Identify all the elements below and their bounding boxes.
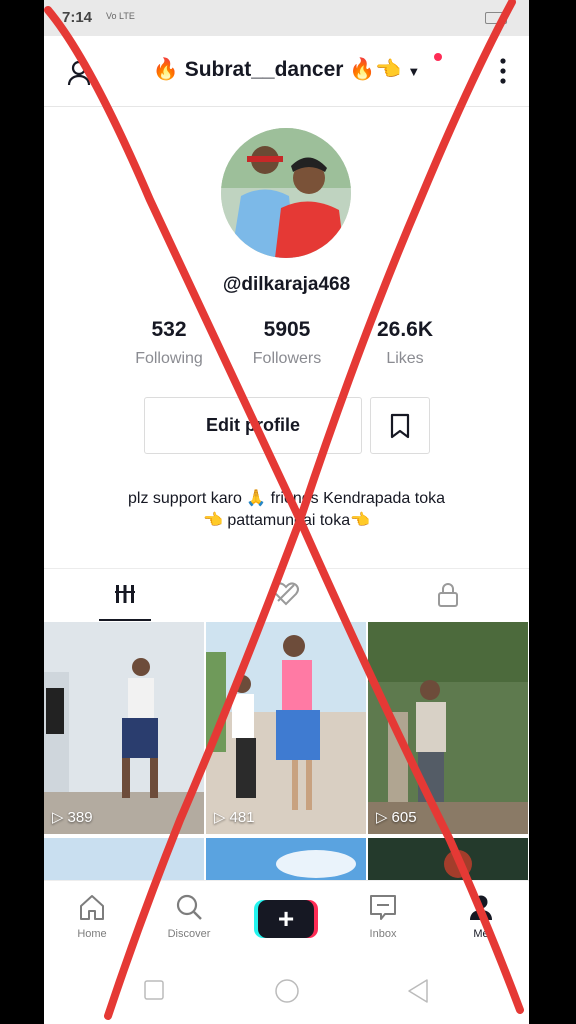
bio-line-1: plz support karo 🙏 friends Kendrapada to… — [128, 490, 445, 507]
likes-count: 26.6K — [376, 318, 434, 341]
home-circle-icon[interactable] — [274, 978, 300, 1004]
back-triangle-icon[interactable] — [406, 978, 430, 1004]
nav-me-label: Me — [473, 928, 489, 940]
status-time: 7:14 — [62, 9, 93, 26]
stat-followers[interactable]: 5905 Followers — [232, 318, 342, 368]
more-options-icon[interactable] — [499, 56, 507, 91]
profile-icon — [470, 895, 492, 920]
grid-icon — [115, 585, 135, 603]
create-button[interactable]: + — [258, 900, 314, 938]
hidden-heart-icon — [273, 582, 299, 606]
inbox-icon — [370, 895, 396, 920]
nav-discover-label: Discover — [167, 928, 211, 940]
followers-count: 5905 — [263, 318, 311, 341]
video-thumbnail[interactable] — [368, 838, 528, 880]
video-thumbnail[interactable]: ▷ 389 — [44, 622, 204, 834]
bookmark-icon — [390, 413, 410, 438]
nav-inbox[interactable]: Inbox — [348, 893, 418, 940]
chevron-down-icon: ▼ — [407, 64, 421, 79]
home-icon — [80, 895, 104, 920]
system-navigation-bar — [44, 950, 529, 1024]
profile-tabs — [44, 568, 529, 621]
video-thumbnail[interactable]: ▷ 481 — [206, 622, 366, 834]
tab-videos[interactable] — [112, 581, 138, 612]
view-count: ▷ 481 — [214, 808, 255, 827]
stat-following[interactable]: 532 Following — [114, 318, 224, 368]
video-thumbnail[interactable] — [206, 838, 366, 880]
play-icon: ▷ — [214, 809, 226, 826]
username-text: 🔥 Subrat__dancer 🔥👈 — [152, 58, 402, 81]
active-tab-indicator — [99, 619, 151, 621]
edit-profile-button[interactable]: Edit profile — [144, 397, 362, 454]
play-icon: ▷ — [52, 809, 64, 826]
search-icon — [176, 894, 202, 920]
stat-likes[interactable]: 26.6K Likes — [350, 318, 460, 368]
video-thumbnail[interactable]: ▷ 605 — [368, 622, 528, 834]
nav-me[interactable]: Me — [446, 893, 516, 940]
avatar[interactable] — [221, 128, 351, 258]
favorites-button[interactable] — [370, 397, 430, 454]
followers-label: Followers — [252, 350, 322, 367]
phone-screen: 7:14 Vo LTE 🔥 Subrat__dancer 🔥👈 ▼ @dilka… — [44, 0, 529, 1024]
profile-header: 🔥 Subrat__dancer 🔥👈 ▼ — [44, 36, 529, 107]
bio-line-2: 👈 pattamundai toka👈 — [202, 512, 371, 529]
following-count: 532 — [151, 318, 187, 341]
nav-discover[interactable]: Discover — [154, 893, 224, 940]
signal-indicator: Vo LTE — [106, 11, 135, 21]
profile-handle: @dilkaraja468 — [222, 274, 351, 295]
following-label: Following — [135, 350, 203, 367]
status-bar: 7:14 Vo LTE — [44, 0, 529, 36]
likes-label: Likes — [386, 350, 424, 367]
battery-icon — [485, 12, 507, 24]
notification-dot — [434, 53, 442, 61]
tab-liked[interactable] — [272, 581, 300, 612]
recent-apps-icon[interactable] — [144, 980, 164, 1000]
video-thumbnail[interactable] — [44, 838, 204, 880]
username-title[interactable]: 🔥 Subrat__dancer 🔥👈 ▼ — [44, 58, 529, 82]
nav-home[interactable]: Home — [57, 893, 127, 940]
view-count: ▷ 605 — [376, 808, 417, 827]
profile-bio: plz support karo 🙏 friends Kendrapada to… — [74, 488, 499, 532]
bottom-navigation: Home Discover + Inbox Me — [44, 880, 529, 951]
play-icon: ▷ — [376, 809, 388, 826]
tab-private[interactable] — [436, 581, 460, 614]
lock-icon — [438, 583, 458, 607]
nav-inbox-label: Inbox — [369, 928, 397, 940]
nav-home-label: Home — [77, 928, 107, 940]
view-count: ▷ 389 — [52, 808, 93, 827]
